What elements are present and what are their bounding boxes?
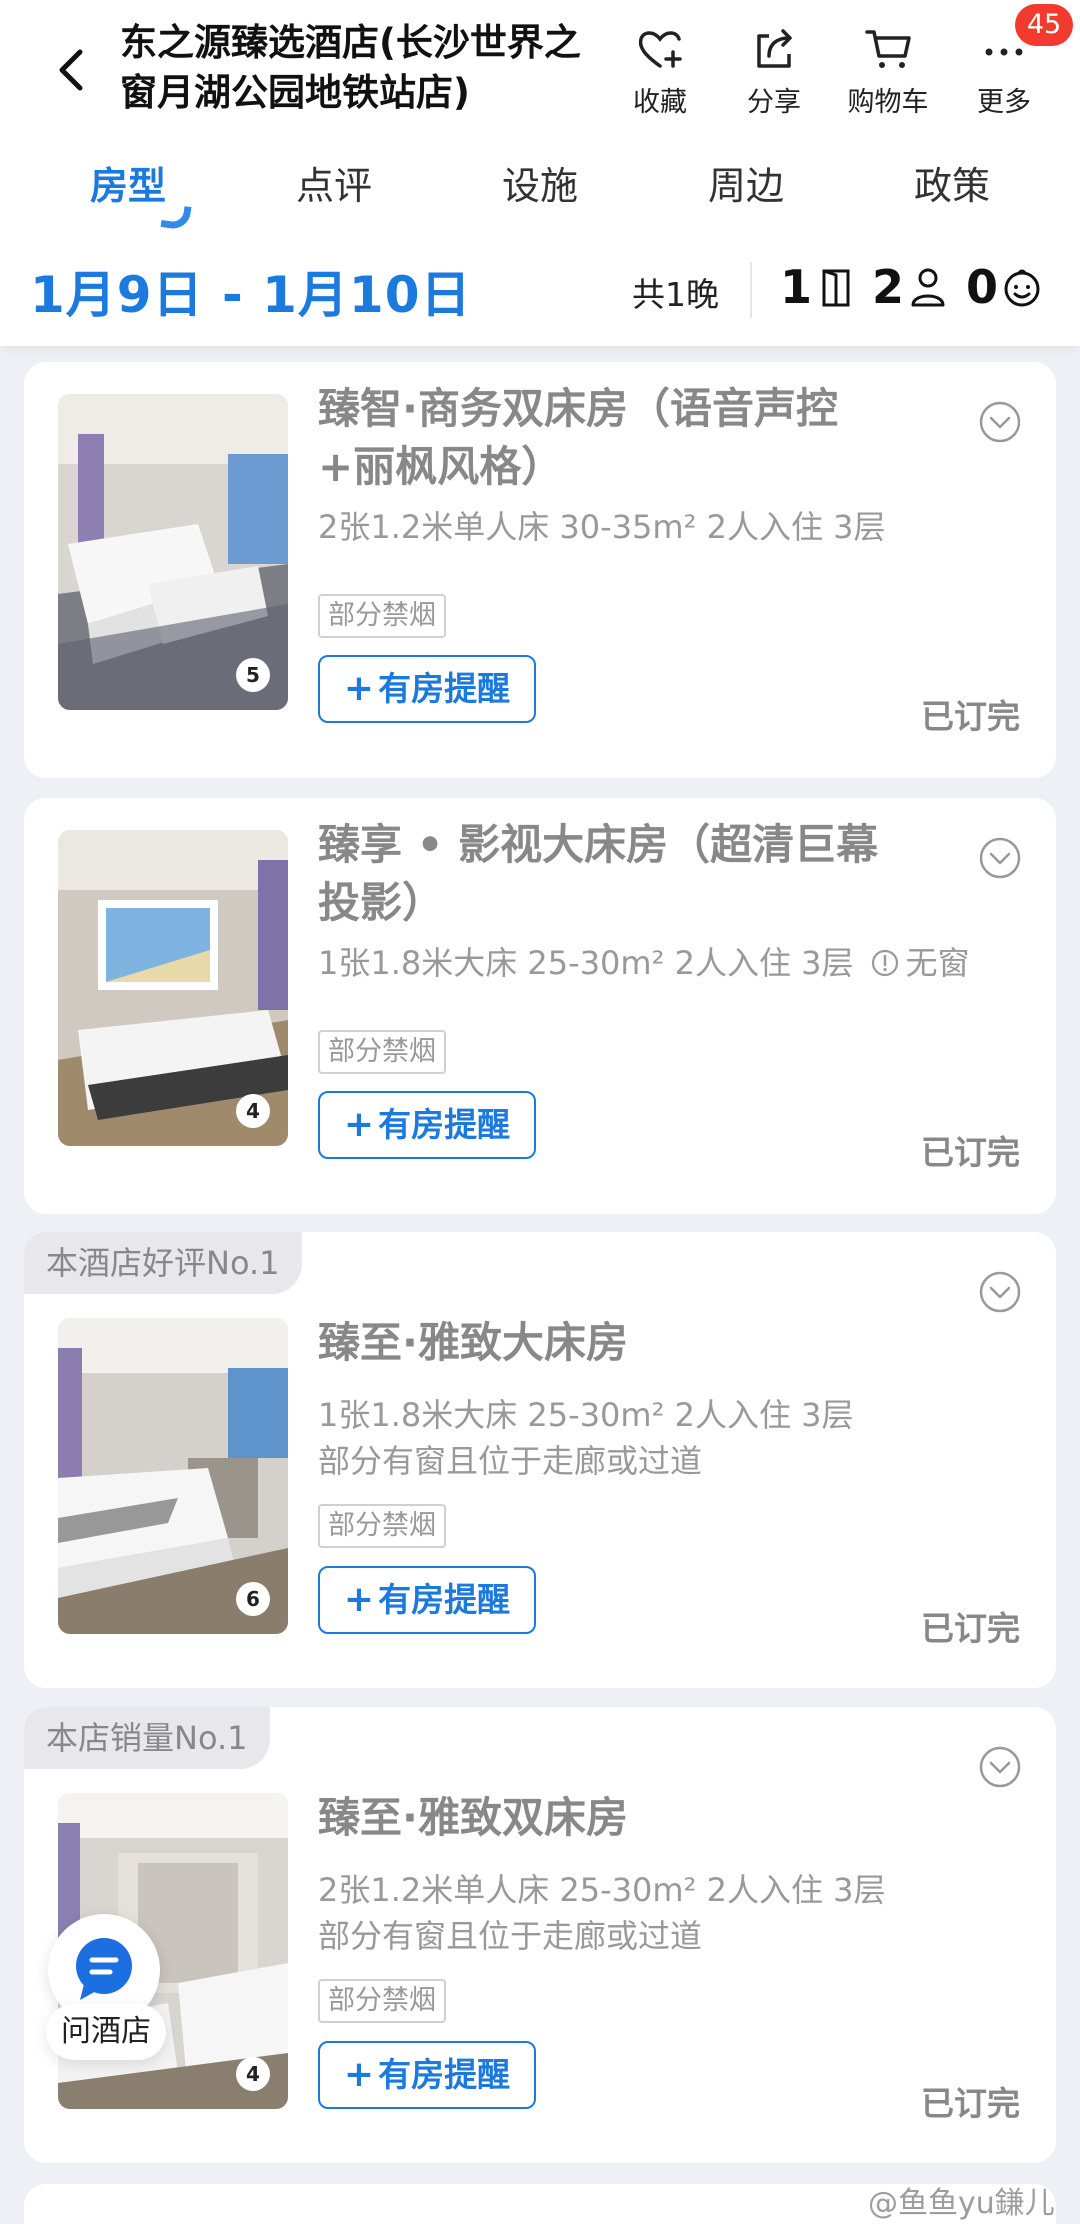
photo-count: 4 — [236, 2057, 270, 2091]
tab-policies[interactable]: 政策 — [882, 155, 1022, 210]
active-tab-indicator — [160, 203, 192, 231]
child-count-selector[interactable]: 0 — [966, 260, 1042, 314]
hotel-name: 东之源臻选酒店(长沙世界之窗月湖公园地铁站店) — [120, 21, 581, 114]
room-photo[interactable]: 6 — [58, 1318, 288, 1634]
door-icon — [822, 269, 850, 307]
window-note: 部分有窗且位于走廊或过道 — [318, 1917, 703, 1955]
window-note: 部分有窗且位于走廊或过道 — [318, 1442, 703, 1480]
shopping-cart-icon — [865, 30, 911, 68]
divider — [750, 262, 752, 318]
smoking-tag: 部分禁烟 — [318, 1979, 446, 2023]
notification-badge: 45 — [1015, 4, 1073, 46]
smoking-tag: 部分禁烟 — [318, 594, 446, 638]
alert-label: 有房提醒 — [378, 1105, 511, 1144]
room-spec: 2张1.2米单人床 25-30m² 2人入住 3层 — [318, 1871, 886, 1909]
adult-count: 2 — [872, 260, 905, 314]
child-count: 0 — [966, 260, 999, 314]
room-spec: 1张1.8米大床 25-30m² 2人入住 3层 无窗 — [318, 940, 1018, 986]
rank-tag: 本酒店好评No.1 — [24, 1232, 302, 1294]
photo-count: 5 — [236, 658, 270, 692]
sold-out-status: 已订完 — [921, 2084, 1020, 2123]
person-icon — [911, 268, 945, 307]
rank-tag: 本店销量No.1 — [24, 1707, 270, 1769]
room-name: 臻至·雅致双床房 — [318, 1793, 628, 1842]
favorite-button[interactable]: 收藏 — [610, 22, 710, 119]
room-name: 臻至·雅致大床房 — [318, 1318, 628, 1367]
chevron-down-icon[interactable] — [978, 1270, 1022, 1314]
room-name: 臻享 • 影视大床房（超清巨幕 投影） — [318, 816, 958, 932]
alert-label: 有房提醒 — [378, 1580, 511, 1619]
availability-alert-button[interactable]: + 有房提醒 — [318, 1566, 536, 1634]
watermark: @鱼鱼yu鎌儿 — [868, 2186, 1055, 2221]
tab-room-types[interactable]: 房型 — [58, 155, 198, 210]
no-window-label: 无窗 — [905, 944, 970, 982]
availability-alert-button[interactable]: + 有房提醒 — [318, 655, 536, 723]
room-name-line1: 臻享 • 影视大床房（超清巨幕 — [318, 820, 879, 869]
sold-out-status: 已订完 — [921, 1133, 1020, 1172]
tab-facilities[interactable]: 设施 — [470, 155, 610, 210]
child-face-icon — [1004, 269, 1040, 307]
room-spec: 2张1.2米单人床 30-35m² 2人入住 3层 — [318, 508, 886, 546]
adult-count-selector[interactable]: 2 — [872, 260, 948, 314]
share-button[interactable]: 分享 — [724, 22, 824, 119]
room-count-selector[interactable]: 1 — [780, 260, 856, 314]
heart-plus-icon — [638, 31, 682, 68]
share-icon — [757, 29, 792, 68]
room-spec-text: 1张1.8米大床 25-30m² 2人入住 3层 — [318, 944, 854, 982]
ask-hotel-label: 问酒店 — [46, 2004, 166, 2060]
room-name: 臻智·商务双床房（语音声控 +丽枫风格） — [318, 380, 958, 496]
alert-label: 有房提醒 — [378, 669, 511, 708]
room-name-line1: 臻智·商务双床房（语音声控 — [318, 384, 838, 433]
cart-label: 购物车 — [847, 87, 929, 118]
sold-out-status: 已订完 — [921, 1609, 1020, 1648]
alert-label: 有房提醒 — [378, 2055, 511, 2094]
favorite-label: 收藏 — [633, 87, 687, 118]
plus-icon: + — [343, 1579, 375, 1620]
plus-icon: + — [343, 1104, 375, 1145]
room-card[interactable]: 4 臻享 • 影视大床房（超清巨幕 投影） 1张1.8米大床 25-30m² 2… — [24, 798, 1056, 1214]
chevron-down-icon[interactable] — [978, 400, 1022, 444]
cart-button[interactable]: 购物车 — [838, 22, 938, 119]
room-photo[interactable]: 4 — [58, 830, 288, 1146]
ask-hotel-button[interactable]: 问酒店 — [46, 1914, 166, 2064]
tab-reviews[interactable]: 点评 — [264, 155, 404, 210]
nights-count: 共1晚 — [632, 275, 719, 314]
room-card[interactable]: 本店销量No.1 4 臻至·雅致双床房 2张1.2米单人床 25-30m² 2人… — [24, 1707, 1056, 2163]
availability-alert-button[interactable]: + 有房提醒 — [318, 2041, 536, 2109]
room-card[interactable]: 5 臻智·商务双床房（语音声控 +丽枫风格） 2张1.2米单人床 30-35m²… — [24, 362, 1056, 778]
tab-nearby[interactable]: 周边 — [676, 155, 816, 210]
top-header: 东之源臻选酒店(长沙世界之窗月湖公园地铁站店) 收藏 分享 购物车 更多 45 … — [0, 0, 1080, 346]
back-arrow-icon[interactable] — [48, 40, 98, 100]
tab-bar: 房型 点评 设施 周边 政策 — [0, 155, 1080, 231]
chevron-down-icon[interactable] — [978, 1745, 1022, 1789]
room-name-line2: +丽枫风格） — [318, 442, 564, 491]
date-range[interactable]: 1月9日 - 1月10日 — [30, 255, 472, 327]
share-label: 分享 — [747, 87, 801, 118]
photo-count: 4 — [236, 1094, 270, 1128]
room-photo[interactable]: 5 — [58, 394, 288, 710]
plus-icon: + — [343, 2054, 375, 2095]
photo-count: 6 — [236, 1582, 270, 1616]
sold-out-status: 已订完 — [921, 697, 1020, 736]
availability-alert-button[interactable]: + 有房提醒 — [318, 1091, 536, 1159]
room-spec: 1张1.8米大床 25-30m² 2人入住 3层 — [318, 1396, 854, 1434]
info-warning-icon — [871, 949, 898, 977]
more-label: 更多 — [977, 87, 1031, 118]
room-card[interactable]: 本酒店好评No.1 6 臻至·雅致大床房 1张1.8米大床 25-30m² 2人… — [24, 1232, 1056, 1688]
room-name-line2: 投影） — [318, 878, 445, 927]
room-count: 1 — [780, 260, 813, 314]
smoking-tag: 部分禁烟 — [318, 1504, 446, 1548]
smoking-tag: 部分禁烟 — [318, 1030, 446, 1074]
plus-icon: + — [343, 668, 375, 709]
chevron-down-icon[interactable] — [978, 836, 1022, 880]
